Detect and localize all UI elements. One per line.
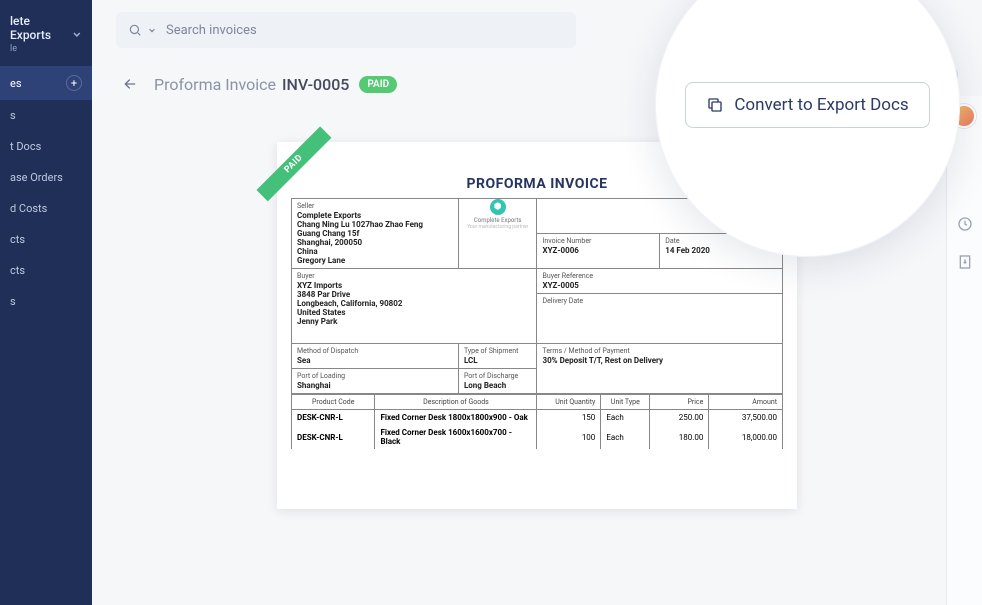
table-row: DESK-CNR-LFixed Corner Desk 1800x1800x90… <box>292 410 783 426</box>
company-logo: ⬢ Complete Exports Your manufacturing pa… <box>459 199 537 230</box>
delivery-label: Delivery Date <box>542 297 777 305</box>
sidebar-item-label: d Costs <box>10 202 47 215</box>
shiptype-label: Type of Shipment <box>464 347 532 355</box>
search-placeholder: Search invoices <box>166 23 257 38</box>
doc-header-grid: Seller Complete ExportsChang Ning Lu 102… <box>291 198 783 394</box>
cell-price: 250.00 <box>650 410 709 426</box>
buyerref-label: Buyer Reference <box>542 272 777 280</box>
cell-amount: 37,500.00 <box>709 410 783 426</box>
sidebar-item[interactable]: s <box>0 286 92 317</box>
seller-block: Complete ExportsChang Ning Lu 1027hao Zh… <box>297 211 453 265</box>
copy-icon <box>706 96 724 114</box>
pol-value: Shanghai <box>297 381 453 390</box>
plus-icon[interactable]: + <box>66 75 82 91</box>
logo-tagline: Your manufacturing partner <box>467 224 528 230</box>
sidebar-item-label: cts <box>10 233 25 246</box>
sidebar-item-label: s <box>10 295 16 308</box>
buyer-block: XYZ Imports3848 Par DriveLongbeach, Cali… <box>297 281 531 326</box>
sidebar-nav: es + s t Docs ase Orders d Costs cts cts s <box>0 66 92 317</box>
search-input[interactable]: Search invoices <box>116 12 576 48</box>
sidebar-item[interactable]: ase Orders <box>0 162 92 193</box>
col-price: Price <box>650 395 709 410</box>
col-code: Product Code <box>292 395 375 410</box>
convert-export-docs-button[interactable]: Convert to Export Docs <box>685 82 929 128</box>
sidebar-item-label: ase Orders <box>10 171 63 184</box>
cell-code: DESK-CNR-L <box>292 410 375 426</box>
search-icon <box>128 23 142 37</box>
cell-amount: 18,000.00 <box>709 425 783 449</box>
logo-icon: ⬢ <box>490 199 506 215</box>
cell-desc: Fixed Corner Desk 1600x1600x700 - Black <box>375 425 537 449</box>
chevron-down-icon <box>148 26 156 34</box>
pod-label: Port of Discharge <box>464 372 532 380</box>
arrow-left-icon <box>122 76 138 92</box>
col-amount: Amount <box>709 395 783 410</box>
right-rail <box>946 96 982 605</box>
buyer-label: Buyer <box>297 272 531 280</box>
sidebar-item[interactable]: cts <box>0 224 92 255</box>
buyerref-value: XYZ-0005 <box>542 281 777 290</box>
cell-type: Each <box>601 425 650 449</box>
dispatch-value: Sea <box>297 356 453 365</box>
download-icon[interactable] <box>957 254 973 270</box>
table-row: DESK-CNR-LFixed Corner Desk 1600x1600x70… <box>292 425 783 449</box>
cell-qty: 150 <box>537 410 601 426</box>
shiptype-value: LCL <box>464 356 532 365</box>
cell-qty: 100 <box>537 425 601 449</box>
pol-label: Port of Loading <box>297 372 453 380</box>
sidebar-item[interactable]: cts <box>0 255 92 286</box>
cell-price: 180.00 <box>650 425 709 449</box>
sidebar-item[interactable]: d Costs <box>0 193 92 224</box>
pod-value: Long Beach <box>464 381 532 390</box>
col-type: Unit Type <box>601 395 650 410</box>
sidebar-item[interactable]: s <box>0 100 92 131</box>
col-desc: Description of Goods <box>375 395 537 410</box>
sidebar-item[interactable]: es + <box>0 66 92 100</box>
org-switcher[interactable]: lete Exports le <box>0 0 92 66</box>
logo-name: Complete Exports <box>474 217 522 224</box>
cell-type: Each <box>601 410 650 426</box>
invnum-value: XYZ-0006 <box>542 246 654 255</box>
sidebar: lete Exports le es + s t Docs ase Orders d Co… <box>0 0 92 605</box>
terms-value: 30% Deposit T/T, Rest on Delivery <box>542 356 777 365</box>
seller-label: Seller <box>297 202 453 210</box>
sidebar-item-label: es <box>10 77 22 90</box>
history-icon[interactable] <box>957 216 973 232</box>
convert-label: Convert to Export Docs <box>734 95 908 115</box>
org-sub: le <box>10 44 72 54</box>
cell-code: DESK-CNR-L <box>292 425 375 449</box>
sidebar-item-label: s <box>10 109 16 122</box>
col-qty: Unit Quantity <box>537 395 601 410</box>
dispatch-label: Method of Dispatch <box>297 347 453 355</box>
terms-label: Terms / Method of Payment <box>542 347 777 355</box>
invnum-label: Invoice Number <box>542 237 654 245</box>
sidebar-item[interactable]: t Docs <box>0 131 92 162</box>
cell-desc: Fixed Corner Desk 1800x1800x900 - Oak <box>375 410 537 426</box>
sidebar-item-label: t Docs <box>10 140 41 153</box>
page-title-prefix: Proforma Invoice <box>154 75 276 94</box>
chevron-down-icon <box>72 29 82 39</box>
status-badge: PAID <box>359 76 397 93</box>
back-button[interactable] <box>116 70 144 98</box>
page-title-id: INV-0005 <box>282 75 349 94</box>
line-items-table: Product Code Description of Goods Unit Q… <box>291 394 783 449</box>
org-name: lete Exports <box>10 14 72 42</box>
sidebar-item-label: cts <box>10 264 25 277</box>
